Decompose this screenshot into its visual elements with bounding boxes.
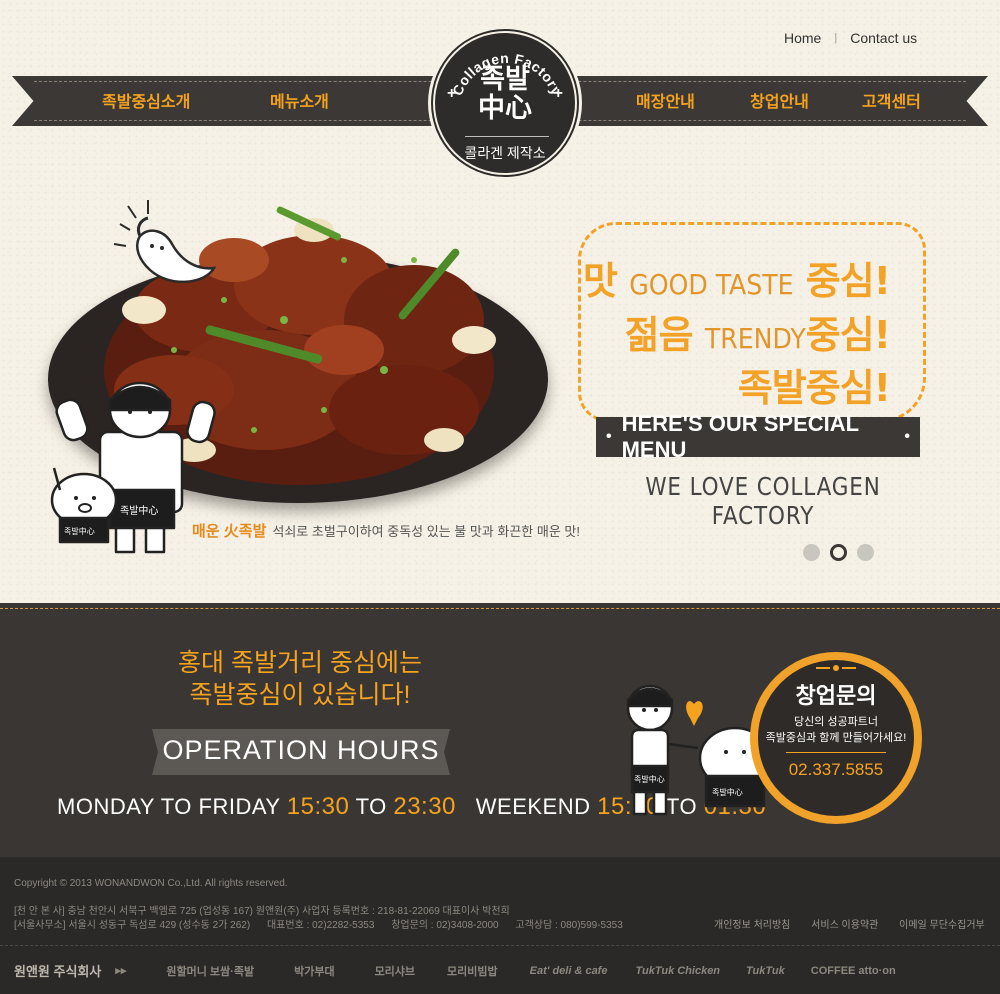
mascot-duo-image: 족발中心 족발中心 xyxy=(626,684,770,816)
brand-list: 원앤원 주식회사 ▸▸ 원할머니 보쌈·족발 박가부대 모리샤브 모리비빔밥 E… xyxy=(14,961,990,980)
brand-wonhalmoni[interactable]: 원할머니 보쌈·족발 xyxy=(166,963,254,979)
footer-links: 개인정보 처리방침 서비스 이용약관 이메일 무단수집거부 xyxy=(714,916,985,931)
terms-link[interactable]: 서비스 이용약관 xyxy=(811,920,878,931)
copyright: Copyright © 2013 WONANDWON Co.,Ltd. All … xyxy=(14,878,288,889)
weekend-label: WEEKEND xyxy=(475,794,591,819)
brand-mori-bibimbap[interactable]: 모리비빔밥 xyxy=(447,963,498,979)
address-seoul: [서울사무소] 서울시 성동구 독섬로 429 (성수동 2가 262) 대표번… xyxy=(14,916,637,931)
badge-ornament-icon xyxy=(816,665,856,671)
footer-divider xyxy=(0,945,1000,946)
franchise-phone[interactable]: 02.337.5855 xyxy=(758,760,914,780)
contact-link[interactable]: Contact us xyxy=(850,30,917,46)
slogan-line-1: 맛 GOOD TASTE 중심! xyxy=(583,250,891,305)
franchise-badge[interactable]: 창업문의 당신의 성공파트너 족발중심과 함께 만들어가세요! 02.337.5… xyxy=(758,660,914,816)
duo-apron-right-text: 족발中心 xyxy=(712,787,743,797)
top-links: Home | Contact us xyxy=(784,30,917,46)
weekday-label: MONDAY TO FRIDAY xyxy=(57,794,281,819)
franchise-desc-line2: 족발중심과 함께 만들어가세요! xyxy=(765,732,907,744)
address-hq: [천 안 본 사] 충남 천안시 서북구 백엠로 725 (업성동 167) 원… xyxy=(14,906,510,917)
home-link[interactable]: Home xyxy=(784,30,821,46)
brand-coffee-atto[interactable]: COFFEE atto·on xyxy=(811,965,896,977)
address-tel: 대표번호 : 02)2282-5353 xyxy=(266,920,375,931)
top-link-separator: | xyxy=(834,32,838,44)
special-menu-banner: HERE'S OUR SPECIAL MENU xyxy=(596,411,920,462)
franchise-desc-line1: 당신의 성공파트너 xyxy=(793,716,878,728)
slogan-line-1-end: 중심! xyxy=(805,259,891,303)
dish-name: 매운 火족발 xyxy=(192,523,267,540)
slogan-line-2-end: 중심! xyxy=(805,313,891,357)
duo-apron-left-text: 족발中心 xyxy=(634,774,665,784)
brand-eat[interactable]: Eat' deli & cafe xyxy=(530,965,608,977)
address-inquiry: 창업문의 : 02)3408-2000 xyxy=(391,920,499,931)
email-refusal-link[interactable]: 이메일 무단수집거부 xyxy=(899,920,985,931)
weekday-to: TO xyxy=(355,794,387,819)
slogan-line-2-ko: 젊음 xyxy=(624,313,694,357)
brand-tuktuk[interactable]: TukTuk xyxy=(746,965,785,977)
weekday-open: 15:30 xyxy=(286,793,350,820)
operation-title: OPERATION HOURS xyxy=(162,735,440,765)
nav-item-support[interactable]: 고객센터 xyxy=(862,88,921,112)
chef-apron-text: 족발中心 xyxy=(120,504,158,517)
slogan-line-1-en: GOOD TASTE xyxy=(629,268,794,301)
operation-headline-line1: 홍대 족발거리 중심에는 xyxy=(178,649,422,677)
love-tagline: WE LOVE COLLAGEN FACTORY xyxy=(645,472,881,530)
brand-mori-shabu[interactable]: 모리샤브 xyxy=(375,963,415,979)
slider-dot-3[interactable] xyxy=(857,544,874,561)
logo-divider xyxy=(465,136,549,137)
address-consult: 고객상담 : 080)599-5353 xyxy=(515,920,623,931)
hero-section: Home | Contact us 족발중심소개 메뉴소개 매장안내 창업안내 … xyxy=(0,0,1000,603)
nav-item-about[interactable]: 족발중심소개 xyxy=(102,88,190,112)
privacy-policy-link[interactable]: 개인정보 처리방침 xyxy=(714,920,790,931)
nav-item-franchise[interactable]: 창업안내 xyxy=(750,88,809,112)
logo-main-line2: 中心 xyxy=(478,93,532,124)
weekday-close: 23:30 xyxy=(393,793,456,820)
brand-arrow-icon: ▸▸ xyxy=(115,965,127,977)
slogan-line-2-en: TRENDY xyxy=(704,322,806,355)
footer: Copyright © 2013 WONANDWON Co.,Ltd. All … xyxy=(0,857,1000,994)
dish-caption: 매운 火족발 석쇠로 초벌구이하여 중독성 있는 불 맛과 화끈한 매운 맛! xyxy=(192,520,580,541)
operation-headline-line2: 족발중심이 있습니다! xyxy=(189,681,411,709)
slider-dots xyxy=(803,544,874,561)
slider-dot-2[interactable] xyxy=(830,544,847,561)
slogan-line-2: 젊음 TRENDY중심! xyxy=(624,304,891,359)
nav-item-stores[interactable]: 매장안내 xyxy=(636,88,695,112)
chili-pepper-icon xyxy=(113,200,217,284)
franchise-desc: 당신의 성공파트너 족발중심과 함께 만들어가세요! xyxy=(758,714,914,746)
pig-apron-text: 족발中心 xyxy=(64,526,95,536)
slider-dot-1[interactable] xyxy=(803,544,820,561)
logo-main: 족발 中心 xyxy=(435,65,575,123)
slogan-line-1-ko: 맛 xyxy=(583,259,618,303)
slogan-line-3: 족발중심! xyxy=(737,366,891,410)
franchise-title: 창업문의 xyxy=(795,683,877,708)
dish-description: 석쇠로 초벌구이하여 중독성 있는 불 맛과 화끈한 매운 맛! xyxy=(272,524,580,539)
nav-item-menu[interactable]: 메뉴소개 xyxy=(270,88,329,112)
brand-company[interactable]: 원앤원 주식회사 xyxy=(14,961,101,980)
brand-parkga[interactable]: 박가부대 xyxy=(294,963,334,979)
logo-main-line1: 족발 xyxy=(480,64,530,95)
logo-sub: 콜라겐 제작소 xyxy=(464,145,546,161)
logo[interactable]: Collagen Factory + + 족발 中心 콜라겐 제작소 xyxy=(433,31,577,175)
brand-tuktuk-chicken[interactable]: TukTuk Chicken xyxy=(635,965,720,977)
address-seoul-office: [서울사무소] 서울시 성동구 독섬로 429 (성수동 2가 262) xyxy=(14,920,251,931)
franchise-divider xyxy=(786,752,886,753)
operation-headline: 홍대 족발거리 중심에는 족발중심이 있습니다! xyxy=(140,647,460,711)
